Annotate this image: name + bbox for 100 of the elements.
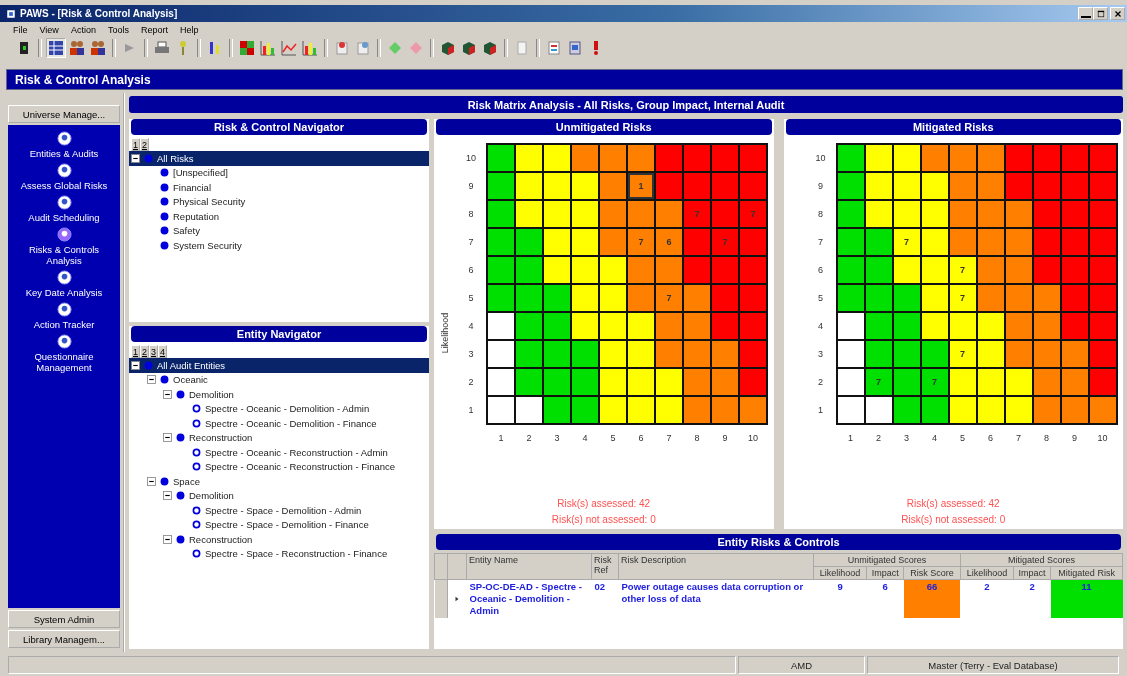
tick-label: 7 [665, 433, 673, 443]
summary-text: Risk(s) assessed: 42 [906, 498, 1000, 509]
dot-icon [160, 240, 169, 250]
menu-item[interactable]: Report [139, 24, 169, 35]
menu-item[interactable]: Help [178, 24, 200, 35]
page-icon [514, 40, 530, 56]
disc-icon [56, 131, 72, 146]
matrix-cell[interactable]: 7 [949, 341, 976, 367]
people-button[interactable] [88, 38, 108, 58]
nav-item[interactable]: Key Date Analysis [10, 270, 118, 298]
nav-item[interactable]: Action Tracker [10, 302, 118, 330]
menu-item[interactable]: Action [69, 24, 97, 35]
close-button[interactable] [1110, 7, 1125, 20]
matrix-cell[interactable]: 7 [656, 285, 682, 311]
column-header[interactable]: Entity Name [466, 553, 592, 580]
nav-item[interactable]: Entities & Audits [10, 131, 118, 159]
matrix-cell[interactable]: 7 [865, 369, 892, 395]
dot-icon [176, 433, 185, 443]
tree-item[interactable]: [Unspecified] [129, 165, 429, 180]
tree-item[interactable]: Spectre - Space - Demolition - Finance [129, 517, 429, 532]
tree-item[interactable]: Spectre - Oceanic - Demolition - Admin [129, 401, 429, 416]
sidebar-button[interactable]: Universe Manage... [8, 105, 120, 123]
nav-item[interactable]: Audit Scheduling [10, 195, 118, 223]
tree-item[interactable]: System Security [129, 238, 429, 253]
dot-icon [160, 476, 169, 486]
tick-label: 3 [553, 433, 561, 443]
matrix-cell[interactable]: 7 [893, 229, 920, 255]
tick-label: 1 [497, 433, 505, 443]
bar-chart-button[interactable] [300, 38, 320, 58]
dot-icon [176, 389, 185, 399]
disc-icon [56, 163, 72, 178]
menu-item[interactable]: File [12, 24, 29, 35]
printer-icon [154, 40, 170, 56]
tick-label: 5 [467, 292, 475, 305]
matrix-cell[interactable]: 7 [949, 285, 976, 311]
tree-item[interactable]: Financial [129, 180, 429, 195]
tick-label: 9 [817, 180, 824, 193]
tree-item[interactable]: Spectre - Oceanic - Reconstruction - Admin [129, 445, 429, 460]
tree-item[interactable]: Physical Security [129, 194, 429, 209]
dot-icon [160, 168, 169, 178]
bar-chart-icon [302, 40, 318, 56]
tree-item[interactable]: All Audit Entities [129, 358, 429, 373]
table-cell: 6 [866, 579, 904, 618]
line-chart-button[interactable] [279, 38, 299, 58]
line-chart-icon [281, 40, 297, 56]
tree-item[interactable]: Space [129, 474, 429, 489]
matrix-cell[interactable]: 1 [628, 173, 654, 199]
tree-item[interactable]: Reconstruction [129, 430, 429, 445]
nav-item[interactable]: Risks & Controls Analysis [10, 227, 118, 266]
tree-item[interactable]: Safety [129, 223, 429, 238]
bar-chart-icon [260, 40, 276, 56]
maximize-button[interactable] [1093, 7, 1108, 20]
tree-item[interactable]: Spectre - Oceanic - Demolition - Finance [129, 416, 429, 431]
tick-label: 8 [467, 208, 475, 221]
tree-item[interactable]: Demolition [129, 387, 429, 402]
nav-item[interactable]: Questionnaire Management [10, 334, 118, 373]
tree-item[interactable]: All Risks [129, 151, 429, 166]
disc-icon [56, 270, 72, 285]
tree-item[interactable]: Demolition [129, 488, 429, 503]
dot-icon [176, 534, 185, 544]
column-header[interactable]: Risk Description [618, 553, 814, 580]
table-button[interactable] [46, 38, 66, 58]
panel-header: Mitigated Risks [785, 119, 1121, 135]
summary-text: Risk(s) assessed: 42 [557, 498, 651, 509]
tree-item[interactable]: Reconstruction [129, 532, 429, 547]
table-icon [48, 40, 64, 56]
tree-item[interactable]: Spectre - Space - Reconstruction - Finance [129, 546, 429, 561]
tick-label: 9 [721, 433, 729, 443]
level-button[interactable]: 4 [158, 345, 167, 358]
tree-item[interactable]: Spectre - Space - Demolition - Admin [129, 503, 429, 518]
tree-item[interactable]: Oceanic [129, 372, 429, 387]
tick-label: 3 [903, 433, 910, 443]
close-icon [1112, 8, 1123, 19]
sidebar-button[interactable]: Library Managem... [8, 630, 120, 648]
analysis-title: Risk Matrix Analysis - All Risks, Group Impact, Internal Audit [129, 96, 1123, 113]
app-icon [6, 8, 16, 19]
matrix-cell[interactable]: 7 [921, 369, 948, 395]
dot-icon [160, 182, 169, 192]
bar-chart-button[interactable] [258, 38, 278, 58]
maximize-icon [1095, 8, 1106, 19]
table-cell: 9 [813, 579, 867, 618]
minimize-button[interactable] [1078, 7, 1093, 20]
nav-item[interactable]: Assess Global Risks [10, 163, 118, 191]
matrix-cell[interactable]: 7 [949, 257, 976, 283]
column-header[interactable]: Risk Ref [591, 553, 619, 580]
people-icon [69, 40, 85, 56]
menu-item[interactable]: View [38, 24, 60, 35]
matrix-cell[interactable]: 6 [656, 229, 682, 255]
tick-label: 8 [693, 433, 701, 443]
matrix-cell[interactable]: 7 [628, 229, 654, 255]
table-cell: 2 [1013, 579, 1051, 618]
people-button[interactable] [67, 38, 87, 58]
tree-item[interactable]: Spectre - Oceanic - Reconstruction - Finance [129, 459, 429, 474]
mosaic-button[interactable] [237, 38, 257, 58]
tree-item[interactable]: Reputation [129, 209, 429, 224]
sidebar-button[interactable]: System Admin [8, 610, 120, 628]
diamond-icon [387, 40, 403, 56]
score-cell: 11 [1050, 579, 1123, 618]
tick-label: 4 [581, 433, 589, 443]
menu-item[interactable]: Tools [106, 24, 130, 35]
